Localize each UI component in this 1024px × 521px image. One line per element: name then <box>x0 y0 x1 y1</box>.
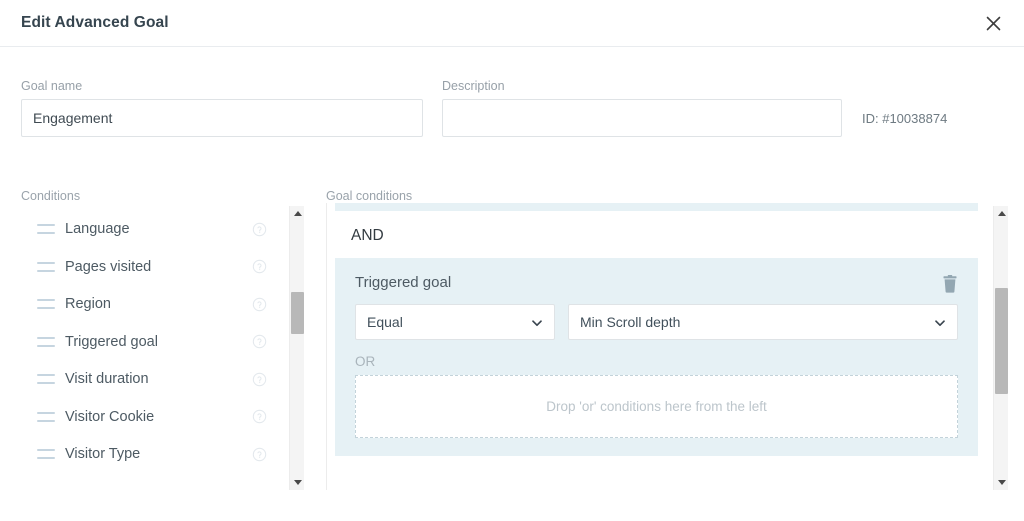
condition-list-item[interactable]: Visitor Cookie <box>21 398 283 436</box>
or-dropzone-2-text: Drop 'or' conditions here from the left <box>546 399 767 414</box>
help-circle-icon[interactable] <box>252 409 267 424</box>
goal-conditions-scroll-content: Drop 'or' conditions here from the left … <box>327 203 993 456</box>
goal-name-label: Goal name <box>21 79 83 93</box>
target-goal-select[interactable]: Min Scroll depth <box>568 304 958 340</box>
dialog-header: Edit Advanced Goal <box>0 0 1024 47</box>
condition-list-item[interactable]: Language <box>21 211 283 249</box>
conditions-list-panel: Days since last visit Language Pages visit… <box>21 203 305 490</box>
condition-item-label: Pages visited <box>65 258 152 275</box>
condition-list-item[interactable]: Visit duration <box>21 361 283 399</box>
or-dropzone-2[interactable]: Drop 'or' conditions here from the left <box>355 375 958 438</box>
condition-group-2-header: Triggered goal <box>355 274 958 304</box>
description-field-group: Description <box>442 79 842 137</box>
edit-advanced-goal-dialog: Edit Advanced Goal Goal name Description… <box>0 0 1024 521</box>
condition-list-item[interactable]: Days since last visit <box>21 203 283 211</box>
goal-conditions-panel: Drop 'or' conditions here from the left … <box>326 203 993 490</box>
trash-icon[interactable] <box>942 275 958 293</box>
description-input[interactable] <box>442 99 842 137</box>
condition-list-item[interactable]: Pages visited <box>21 248 283 286</box>
drag-handle-icon[interactable] <box>37 224 55 235</box>
condition-group-1: Drop 'or' conditions here from the left <box>335 203 978 211</box>
operator-select-value: Equal <box>367 314 403 330</box>
goal-name-input[interactable] <box>21 99 423 137</box>
drag-handle-icon[interactable] <box>37 449 55 460</box>
caret-up-icon <box>293 211 302 216</box>
condition-item-label: Region <box>65 296 111 313</box>
condition-item-label: Triggered goal <box>65 333 158 350</box>
goal-scroll-up-button[interactable] <box>994 206 1009 221</box>
goal-id-label: ID: #10038874 <box>862 111 948 126</box>
condition-group-2-title: Triggered goal <box>355 274 452 291</box>
drag-handle-icon[interactable] <box>37 374 55 385</box>
page-title: Edit Advanced Goal <box>21 14 169 31</box>
help-circle-icon[interactable] <box>252 447 267 462</box>
condition-item-label: Visit duration <box>65 371 149 388</box>
condition-selects-row: Equal Min Scroll depth <box>355 304 958 340</box>
condition-list-item[interactable]: Triggered goal <box>21 323 283 361</box>
goal-conditions-scrollbar-thumb[interactable] <box>995 288 1008 394</box>
goal-scroll-down-button[interactable] <box>994 475 1009 490</box>
help-circle-icon[interactable] <box>252 259 267 274</box>
condition-item-label: Visitor Cookie <box>65 408 155 425</box>
conditions-scroll-up-button[interactable] <box>290 206 305 221</box>
goal-conditions-scrollbar[interactable] <box>993 206 1008 490</box>
conditions-list: Days since last visit Language Pages visit… <box>21 203 283 473</box>
help-circle-icon[interactable] <box>252 222 267 237</box>
close-icon <box>986 16 1001 31</box>
conditions-section-label: Conditions <box>21 189 81 203</box>
chevron-down-icon <box>934 316 946 328</box>
condition-item-label: Language <box>65 221 130 238</box>
description-label: Description <box>442 79 505 93</box>
operator-select[interactable]: Equal <box>355 304 555 340</box>
drag-handle-icon[interactable] <box>37 261 55 272</box>
caret-up-icon <box>997 211 1006 216</box>
help-circle-icon[interactable] <box>252 297 267 312</box>
help-circle-icon[interactable] <box>252 334 267 349</box>
condition-item-label: Visitor Type <box>65 446 141 463</box>
chevron-down-icon <box>531 316 543 328</box>
and-separator: AND <box>351 227 384 244</box>
drag-handle-icon[interactable] <box>37 336 55 347</box>
goal-conditions-section-label: Goal conditions <box>326 189 413 203</box>
or-label: OR <box>355 354 376 369</box>
caret-down-icon <box>293 480 302 485</box>
conditions-scrollbar-thumb[interactable] <box>291 292 304 334</box>
target-goal-select-value: Min Scroll depth <box>580 314 681 330</box>
conditions-scrollbar[interactable] <box>289 206 304 490</box>
drag-handle-icon[interactable] <box>37 411 55 422</box>
condition-list-item[interactable]: Region <box>21 286 283 324</box>
close-button[interactable] <box>978 8 1008 38</box>
conditions-scroll-down-button[interactable] <box>290 475 305 490</box>
drag-handle-icon[interactable] <box>37 299 55 310</box>
condition-group-2: Triggered goal Equal Min Scroll depth OR… <box>335 258 978 456</box>
help-circle-icon[interactable] <box>252 372 267 387</box>
goal-name-field-group: Goal name <box>21 79 423 137</box>
caret-down-icon <box>997 480 1006 485</box>
condition-list-item[interactable]: Visitor Type <box>21 436 283 474</box>
